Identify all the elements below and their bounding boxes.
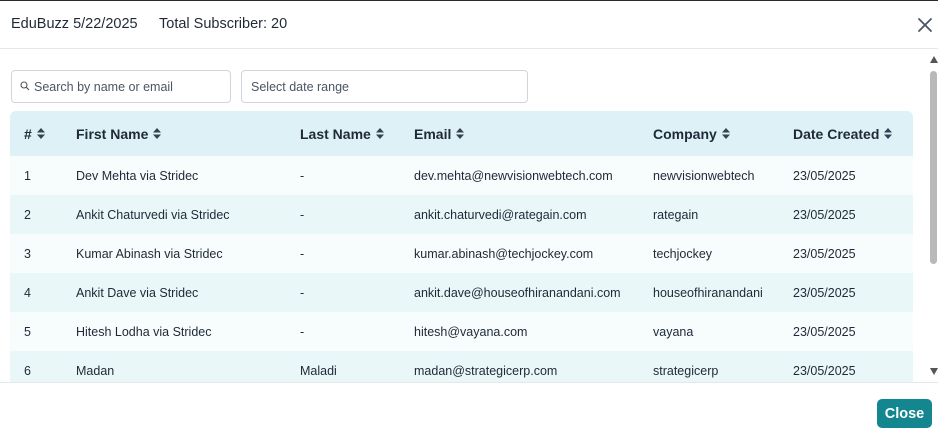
- email-cell: hitesh@vayana.com: [414, 324, 528, 339]
- email-cell: kumar.abinash@techjockey.com: [414, 246, 594, 261]
- column-header-company[interactable]: Company: [653, 111, 793, 156]
- row-number: 3: [24, 246, 31, 261]
- sort-icon: [884, 128, 893, 139]
- date-range-input[interactable]: [251, 79, 511, 94]
- row-number: 1: [24, 168, 31, 183]
- subscriber-table: # First Name Last Name Email Company Dat…: [10, 111, 913, 382]
- sort-icon: [721, 128, 730, 139]
- date-created-cell: 23/05/2025: [793, 285, 856, 300]
- column-header-date-created[interactable]: Date Created: [793, 111, 913, 156]
- date-created-cell: 23/05/2025: [793, 246, 856, 261]
- scroll-down-arrow-icon[interactable]: [930, 368, 938, 375]
- first-name-cell: Ankit Chaturvedi via Stridec: [76, 207, 230, 222]
- first-name-cell: Ankit Dave via Stridec: [76, 285, 199, 300]
- column-header-last-name[interactable]: Last Name: [300, 111, 414, 156]
- email-cell: ankit.dave@houseofhiranandani.com: [414, 285, 621, 300]
- sort-icon: [456, 128, 465, 139]
- company-cell: techjockey: [653, 246, 713, 261]
- email-cell: madan@strategicerp.com: [414, 363, 558, 378]
- last-name-cell: -: [300, 246, 305, 261]
- last-name-cell: -: [300, 324, 305, 339]
- table-row: 1 Dev Mehta via Stridec - dev.mehta@newv…: [10, 156, 913, 195]
- table-row: 5 Hitesh Lodha via Stridec - hitesh@vaya…: [10, 312, 913, 351]
- row-number: 6: [24, 363, 31, 378]
- search-field[interactable]: [11, 70, 231, 103]
- row-number: 4: [24, 285, 31, 300]
- subscriber-modal: EduBuzz 5/22/2025 Total Subscriber: 20 #…: [0, 0, 938, 430]
- sort-icon: [153, 128, 162, 139]
- first-name-cell: Madan: [76, 363, 115, 378]
- table-row: 2 Ankit Chaturvedi via Stridec - ankit.c…: [10, 195, 913, 234]
- table-header-row: # First Name Last Name Email Company Dat…: [10, 111, 913, 156]
- company-cell: newvisionwebtech: [653, 168, 755, 183]
- table-row: 3 Kumar Abinash via Stridec - kumar.abin…: [10, 234, 913, 273]
- table-row: 6 Madan Maladi madan@strategicerp.com st…: [10, 351, 913, 382]
- modal-header: EduBuzz 5/22/2025 Total Subscriber: 20: [0, 1, 938, 49]
- date-range-field[interactable]: [241, 70, 528, 103]
- close-button[interactable]: Close: [877, 399, 932, 428]
- total-subscriber-count: Total Subscriber: 20: [159, 16, 288, 32]
- sort-icon: [375, 128, 384, 139]
- column-header-email[interactable]: Email: [414, 111, 653, 156]
- company-cell: vayana: [653, 324, 694, 339]
- row-number: 5: [24, 324, 31, 339]
- date-created-cell: 23/05/2025: [793, 363, 856, 378]
- company-cell: rategain: [653, 207, 699, 222]
- column-header-number[interactable]: #: [10, 111, 76, 156]
- column-header-first-name[interactable]: First Name: [76, 111, 300, 156]
- table-row: 4 Ankit Dave via Stridec - ankit.dave@ho…: [10, 273, 913, 312]
- last-name-cell: -: [300, 285, 305, 300]
- vertical-scrollbar[interactable]: [929, 56, 938, 378]
- first-name-cell: Dev Mehta via Stridec: [76, 168, 199, 183]
- search-input[interactable]: [34, 79, 224, 94]
- date-created-cell: 23/05/2025: [793, 324, 856, 339]
- last-name-cell: -: [300, 207, 305, 222]
- first-name-cell: Kumar Abinash via Stridec: [76, 246, 223, 261]
- date-created-cell: 23/05/2025: [793, 207, 856, 222]
- close-icon[interactable]: [915, 15, 935, 35]
- email-cell: ankit.chaturvedi@rategain.com: [414, 207, 587, 222]
- company-cell: strategicerp: [653, 363, 719, 378]
- modal-footer: Close: [0, 382, 938, 430]
- first-name-cell: Hitesh Lodha via Stridec: [76, 324, 212, 339]
- sort-icon: [36, 128, 45, 139]
- company-cell: houseofhiranandani: [653, 285, 763, 300]
- last-name-cell: Maladi: [300, 363, 337, 378]
- last-name-cell: -: [300, 168, 305, 183]
- scrollbar-thumb[interactable]: [930, 71, 937, 264]
- date-created-cell: 23/05/2025: [793, 168, 856, 183]
- subscriber-table-container: # First Name Last Name Email Company Dat…: [10, 111, 913, 382]
- row-number: 2: [24, 207, 31, 222]
- modal-title: EduBuzz 5/22/2025: [11, 16, 138, 32]
- scroll-up-arrow-icon[interactable]: [930, 56, 938, 63]
- search-icon: [20, 78, 30, 96]
- email-cell: dev.mehta@newvisionwebtech.com: [414, 168, 613, 183]
